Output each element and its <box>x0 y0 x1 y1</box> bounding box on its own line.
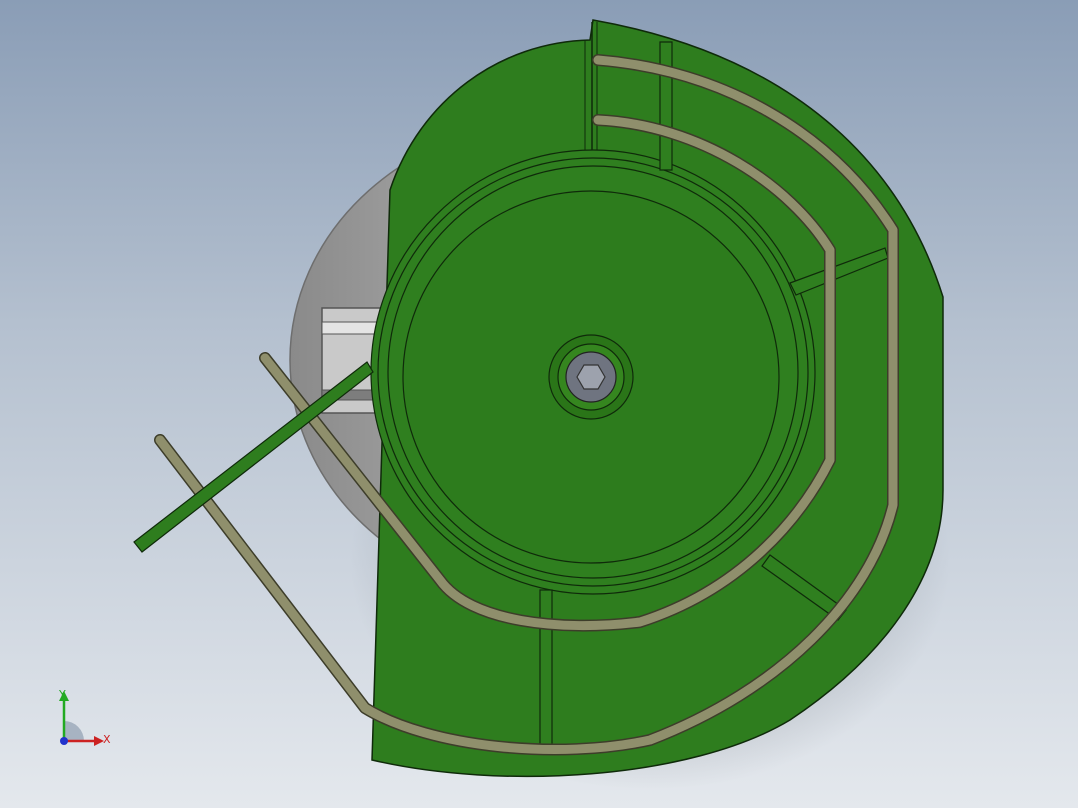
x-axis-label: X <box>103 733 111 746</box>
origin-dot-icon <box>60 737 68 745</box>
vibratory-bowl-feeder-model[interactable] <box>0 0 1078 808</box>
y-axis-label: Y <box>59 688 66 701</box>
cad-3d-viewport[interactable]: Y X <box>0 0 1078 808</box>
center-hub[interactable] <box>548 334 634 420</box>
